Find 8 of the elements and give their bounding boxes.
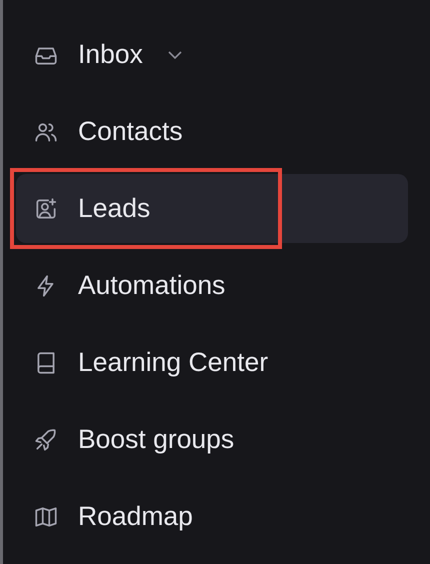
sidebar-item[interactable]: Leads <box>16 174 408 243</box>
chevron-down-icon <box>168 50 182 58</box>
sidebar-item[interactable]: Inbox <box>16 20 408 89</box>
sidebar-item[interactable]: Learning Center <box>16 328 408 397</box>
sidebar-item[interactable]: Roadmap <box>16 482 408 551</box>
sidebar-item[interactable]: Contacts <box>16 97 408 166</box>
sidebar-item[interactable]: Boost groups <box>16 405 408 474</box>
sidebar-item[interactable]: Automations <box>16 251 408 320</box>
